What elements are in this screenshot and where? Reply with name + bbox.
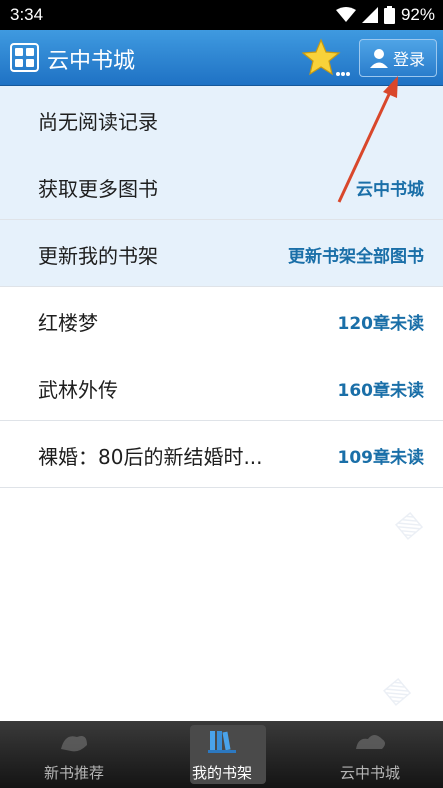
star-icon bbox=[301, 38, 350, 76]
favorite-button[interactable] bbox=[301, 38, 350, 80]
get-more-books-row[interactable]: 获取更多图书 云中书城 bbox=[0, 153, 443, 220]
row-title: 更新我的书架 bbox=[38, 244, 158, 268]
reading-history-row[interactable]: 尚无阅读记录 bbox=[0, 86, 443, 153]
book-row[interactable]: 裸婚：80后的新结婚时... 109章未读 bbox=[0, 421, 443, 488]
row-title: 获取更多图书 bbox=[38, 177, 158, 201]
tab-new-books[interactable]: 新书推荐 bbox=[0, 721, 148, 788]
status-indicators: 92% bbox=[335, 4, 435, 26]
unread-count: 109章未读 bbox=[337, 448, 425, 468]
signal-icon bbox=[361, 7, 378, 23]
status-time: 3:34 bbox=[10, 5, 44, 24]
tab-my-bookshelf[interactable]: 我的书架 bbox=[148, 721, 296, 788]
new-books-icon bbox=[61, 736, 87, 752]
grid-logo-icon[interactable] bbox=[10, 43, 39, 72]
tab-label: 我的书架 bbox=[191, 764, 252, 782]
book-row[interactable]: 红楼梦 120章未读 bbox=[0, 287, 443, 354]
wifi-icon bbox=[335, 7, 356, 22]
book-title: 裸婚：80后的新结婚时... bbox=[38, 445, 263, 469]
battery-icon bbox=[383, 6, 395, 24]
row-title: 尚无阅读记录 bbox=[38, 110, 158, 134]
book-title: 红楼梦 bbox=[38, 311, 98, 335]
book-title: 武林外传 bbox=[38, 378, 118, 402]
tab-cloud-city[interactable]: 云中书城 bbox=[296, 721, 443, 788]
battery-percent: 92% bbox=[400, 5, 435, 24]
status-bar: 3:34 92% bbox=[0, 0, 443, 30]
row-link[interactable]: 更新书架全部图书 bbox=[288, 242, 424, 267]
tab-label: 云中书城 bbox=[339, 764, 400, 782]
bookshelf-list: 尚无阅读记录 获取更多图书 云中书城 更新我的书架 更新书架全部图书 红楼梦 1… bbox=[0, 86, 443, 488]
bottom-tab-bar: 新书推荐 我的书架 云中书城 bbox=[0, 721, 443, 788]
book-row[interactable]: 武林外传 160章未读 bbox=[0, 354, 443, 421]
app-title: 云中书城 bbox=[47, 49, 136, 74]
cloud-city-icon bbox=[356, 735, 385, 749]
login-label: 登录 bbox=[393, 50, 426, 69]
bookshelf-icon bbox=[208, 731, 236, 753]
tab-label: 新书推荐 bbox=[43, 764, 104, 782]
unread-count: 120章未读 bbox=[337, 314, 425, 334]
login-button[interactable]: 登录 bbox=[359, 39, 437, 77]
watermark: ▧ bbox=[389, 505, 428, 545]
row-link[interactable]: 云中书城 bbox=[356, 175, 424, 200]
unread-count: 160章未读 bbox=[337, 381, 425, 401]
watermark: ▧ bbox=[377, 671, 416, 711]
user-icon bbox=[370, 49, 388, 68]
app-bar: 云中书城 登录 bbox=[0, 30, 443, 86]
update-bookshelf-row[interactable]: 更新我的书架 更新书架全部图书 bbox=[0, 220, 443, 287]
